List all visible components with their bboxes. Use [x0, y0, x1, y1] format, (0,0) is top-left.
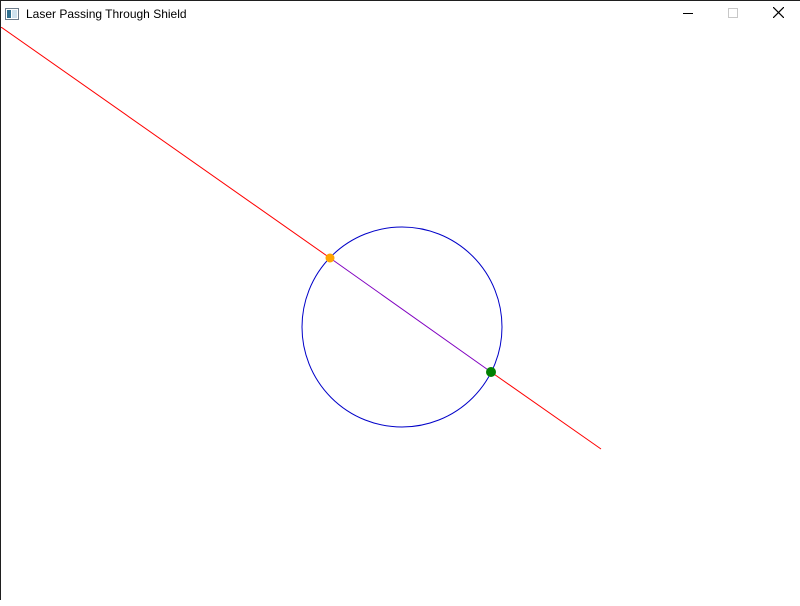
exit-point-marker: [486, 367, 496, 377]
window-title: Laser Passing Through Shield: [26, 7, 187, 21]
minimize-button[interactable]: [665, 1, 711, 27]
drawing-canvas: [0, 1, 800, 601]
scene-svg: [0, 26, 602, 450]
maximize-button[interactable]: [710, 1, 756, 27]
laser-beam-outgoing: [490, 371, 602, 450]
title-bar[interactable]: Laser Passing Through Shield: [1, 1, 800, 27]
maximize-icon: [728, 5, 738, 23]
laser-beam-incoming: [0, 26, 331, 259]
app-window-icon: [5, 7, 19, 20]
entry-point-marker: [325, 253, 335, 263]
laser-beam-inside-shield: [329, 257, 492, 373]
close-icon: [772, 5, 784, 23]
close-button[interactable]: [755, 1, 800, 27]
app-window: Laser Passing Through Shield: [0, 0, 800, 600]
minimize-icon: [683, 5, 693, 23]
